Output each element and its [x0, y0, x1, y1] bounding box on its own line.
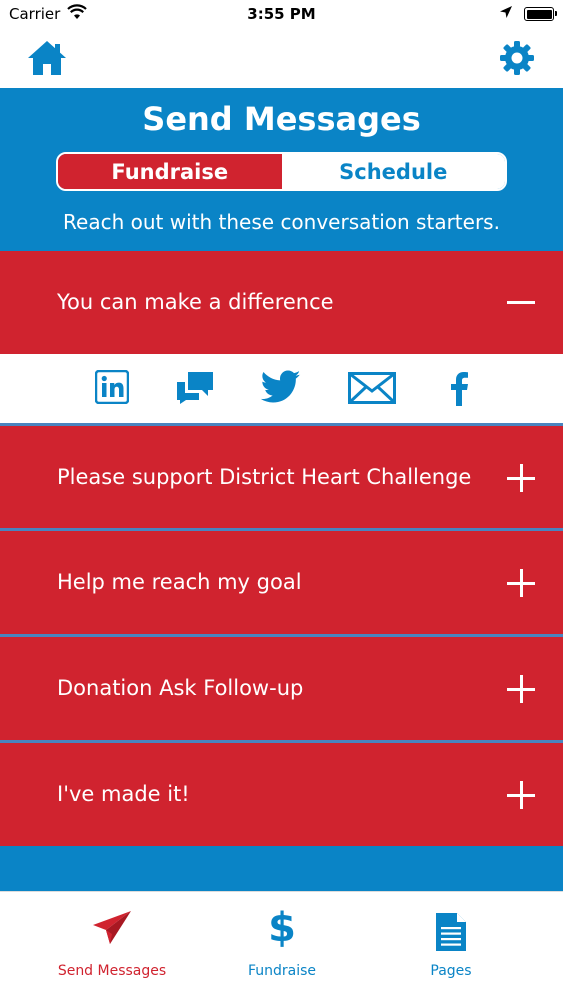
- message-row-reach-goal[interactable]: Help me reach my goal: [0, 531, 563, 634]
- chat-icon[interactable]: [175, 370, 215, 408]
- linkedin-icon[interactable]: [94, 369, 130, 408]
- send-messages-header: Send Messages Fundraise Schedule Reach o…: [0, 88, 563, 251]
- segment-schedule[interactable]: Schedule: [281, 154, 505, 189]
- message-label: Donation Ask Follow-up: [57, 676, 304, 700]
- segment-fundraise[interactable]: Fundraise: [58, 154, 282, 189]
- email-icon[interactable]: [348, 372, 396, 408]
- battery-icon: [524, 7, 557, 21]
- location-arrow-icon: [499, 5, 513, 23]
- expand-plus-icon[interactable]: [507, 464, 535, 492]
- status-time: 3:55 PM: [247, 5, 316, 23]
- expand-plus-icon[interactable]: [507, 569, 535, 597]
- message-label: Please support District Heart Challenge: [57, 465, 472, 489]
- message-label: I've made it!: [57, 782, 190, 806]
- message-label: You can make a difference: [57, 290, 334, 314]
- message-row-donation-followup[interactable]: Donation Ask Follow-up: [0, 637, 563, 740]
- message-row-make-difference[interactable]: You can make a difference: [0, 251, 563, 354]
- tab-label: Pages: [430, 963, 472, 979]
- home-icon[interactable]: [27, 39, 67, 77]
- page-title: Send Messages: [142, 100, 421, 138]
- expand-plus-icon[interactable]: [507, 781, 535, 809]
- message-row-district-heart[interactable]: Please support District Heart Challenge: [0, 426, 563, 528]
- twitter-icon[interactable]: [260, 370, 301, 408]
- nav-bar: [0, 27, 563, 88]
- gear-icon[interactable]: [499, 40, 535, 76]
- status-bar: Carrier 3:55 PM: [0, 0, 563, 27]
- collapse-minus-icon[interactable]: [507, 288, 535, 316]
- expand-plus-icon[interactable]: [507, 675, 535, 703]
- tab-send-messages[interactable]: Send Messages: [18, 892, 206, 1000]
- facebook-icon[interactable]: [449, 370, 469, 410]
- header-subtitle: Reach out with these conversation starte…: [63, 210, 500, 234]
- content-footer-strip: [0, 846, 563, 891]
- tab-label: Send Messages: [57, 963, 167, 979]
- tab-fundraise[interactable]: $ Fundraise: [188, 892, 376, 1000]
- tab-label: Fundraise: [247, 963, 317, 979]
- dollar-icon: $: [268, 905, 296, 951]
- message-row-made-it[interactable]: I've made it!: [0, 743, 563, 846]
- segmented-control: Fundraise Schedule: [56, 152, 507, 191]
- tab-bar: Send Messages $ Fundraise Pages: [0, 891, 563, 1000]
- message-label: Help me reach my goal: [57, 570, 302, 594]
- tab-pages[interactable]: Pages: [357, 892, 545, 1000]
- paper-plane-icon: [92, 910, 132, 946]
- share-icons-row: [0, 354, 563, 423]
- document-icon: [435, 912, 467, 952]
